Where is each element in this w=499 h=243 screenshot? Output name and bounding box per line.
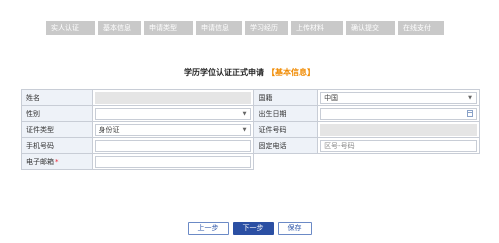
step-study-experience[interactable]: 学习经历 (245, 21, 288, 35)
chevron-down-icon: ▼ (468, 94, 472, 101)
landline-placeholder: 区号-号码 (324, 141, 355, 150)
save-button[interactable]: 保存 (277, 222, 312, 235)
chevron-down-icon: ▼ (242, 110, 247, 117)
basic-info-form: 姓名 国籍 中国 ▼ 性别 ▼ 出生日期 证件类型 身份证 ▼ 证件号码 手机号… (21, 89, 480, 170)
mobile-cell (91, 137, 255, 154)
page-title: 学历学位认证正式申请 【基本信息】 (0, 67, 499, 78)
mobile-label: 手机号码 (21, 137, 93, 154)
id-number-field[interactable] (320, 123, 477, 136)
form-row-id-type: 证件类型 身份证 ▼ 证件号码 (21, 121, 480, 138)
birthdate-label: 出生日期 (253, 105, 319, 122)
id-number-cell (317, 121, 480, 138)
email-field[interactable] (94, 155, 252, 168)
step-application-type[interactable]: 申请类型 (144, 21, 193, 35)
gender-select[interactable]: ▼ (94, 107, 252, 120)
id-type-value: 身份证 (98, 125, 120, 134)
nationality-select[interactable]: 中国 ▼ (320, 91, 477, 104)
page-title-text: 学历学位认证正式申请 (184, 68, 264, 77)
name-label: 姓名 (21, 89, 93, 106)
form-row-mobile: 手机号码 固定电话 区号-号码 (21, 137, 480, 154)
landline-label: 固定电话 (253, 137, 319, 154)
required-mark: * (55, 157, 59, 166)
calendar-icon[interactable] (467, 109, 473, 117)
id-number-label: 证件号码 (253, 121, 319, 138)
birthdate-field[interactable] (320, 107, 477, 120)
email-label-text: 电子邮箱 (26, 157, 54, 166)
form-row-email: 电子邮箱* (21, 153, 480, 170)
email-label: 电子邮箱* (21, 153, 93, 170)
step-application-info[interactable]: 申请信息 (196, 21, 242, 35)
id-type-cell: 身份证 ▼ (91, 121, 255, 138)
step-basic-info[interactable]: 基本信息 (98, 21, 141, 35)
form-row-gender: 性别 ▼ 出生日期 (21, 105, 480, 122)
birthdate-cell (317, 105, 480, 122)
form-actions: 上一步 下一步 保存 (0, 222, 499, 235)
chevron-down-icon: ▼ (242, 126, 247, 133)
gender-label: 性别 (21, 105, 93, 122)
progress-steps: 实人认证 基本信息 申请类型 申请信息 学习经历 上传材料 确认提交 在线支付 (46, 21, 444, 35)
step-identity-verification[interactable]: 实人认证 (46, 21, 95, 35)
page-subtitle: 【基本信息】 (267, 68, 315, 77)
step-upload-materials[interactable]: 上传材料 (291, 21, 343, 35)
nationality-value: 中国 (324, 93, 339, 102)
step-confirm-submit[interactable]: 确认提交 (346, 21, 395, 35)
form-row-name: 姓名 国籍 中国 ▼ (21, 89, 480, 106)
next-button[interactable]: 下一步 (232, 222, 274, 235)
name-cell (91, 89, 255, 106)
id-type-label: 证件类型 (21, 121, 93, 138)
name-field[interactable] (94, 91, 252, 104)
nationality-cell: 中国 ▼ (317, 89, 480, 106)
email-cell (91, 153, 255, 170)
mobile-field[interactable] (94, 139, 252, 152)
id-type-select[interactable]: 身份证 ▼ (94, 123, 252, 136)
step-online-payment[interactable]: 在线支付 (398, 21, 444, 35)
nationality-label: 国籍 (253, 89, 319, 106)
prev-button[interactable]: 上一步 (187, 222, 229, 235)
landline-cell: 区号-号码 (317, 137, 480, 154)
landline-field[interactable]: 区号-号码 (320, 139, 477, 152)
gender-cell: ▼ (91, 105, 255, 122)
